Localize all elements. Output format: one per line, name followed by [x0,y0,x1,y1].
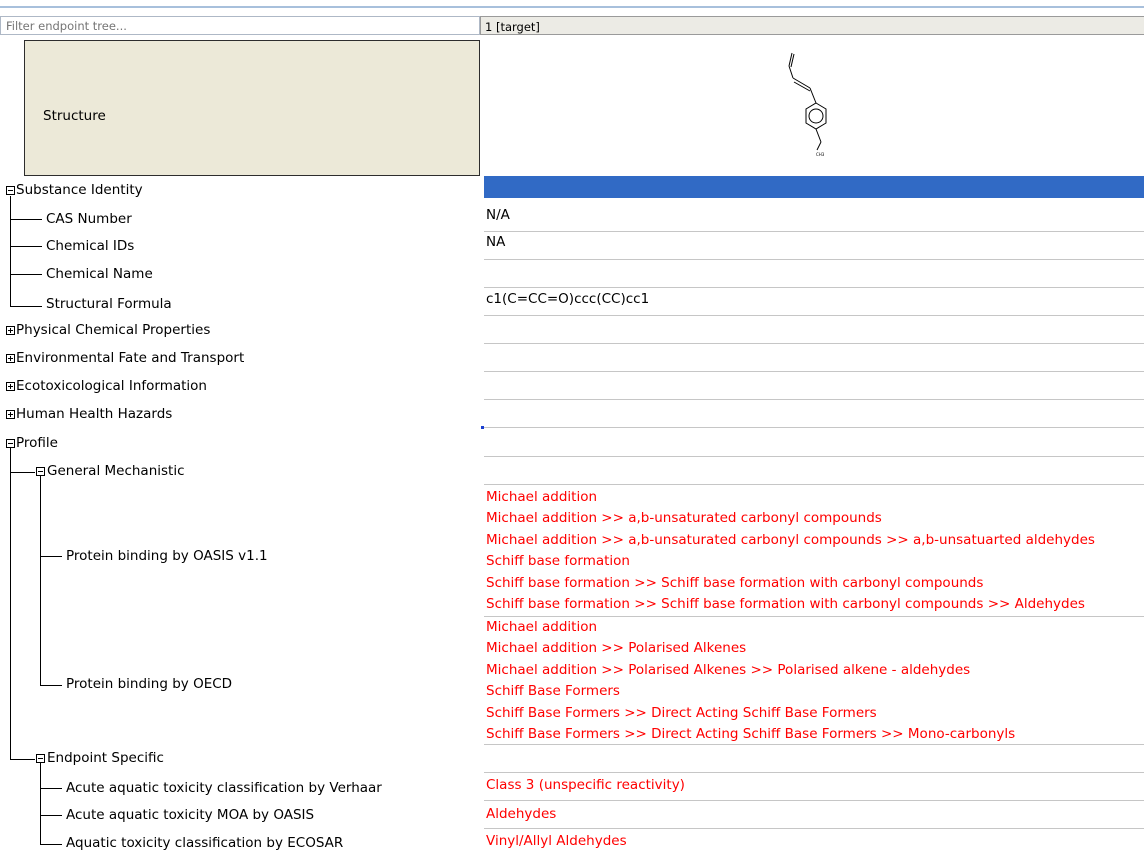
tree-line [40,685,62,686]
row-separator [484,371,1144,372]
tree-line [10,274,42,275]
tree-line [40,556,62,557]
row-separator [484,427,1144,428]
tree-line [10,219,42,220]
tree-node-chemical-ids[interactable]: Chemical IDs [46,238,134,254]
tree-line [10,306,42,307]
tree-node-cas-number[interactable]: CAS Number [46,211,132,227]
tree-line [40,815,62,816]
row-separator [484,800,1144,801]
tree-node-ecotoxicological-information[interactable]: Ecotoxicological Information [16,378,207,394]
tree-node-protein-binding-oecd[interactable]: Protein binding by OECD [66,676,232,692]
collapse-icon[interactable] [6,439,15,448]
tree-line [40,476,41,685]
row-separator [484,616,1144,617]
tree-node-moa-oasis[interactable]: Acute aquatic toxicity MOA by OASIS [66,807,314,823]
profile-value: Michael addition >> Polarised Alkenes [486,640,747,656]
profile-value: Schiff Base Formers >> Direct Acting Sch… [486,705,877,721]
substance-identity-selected-row[interactable] [484,176,1144,198]
row-separator [484,287,1144,288]
profile-value: Schiff base formation [486,553,630,569]
profile-value: Schiff Base Formers [486,683,620,699]
tree-node-general-mechanistic[interactable]: General Mechanistic [47,463,185,479]
row-separator [484,484,1144,485]
methyl-label: CH3 [816,152,825,157]
expand-icon[interactable] [6,410,15,419]
tree-line [10,472,35,473]
tree-line [40,763,41,844]
profile-value: Michael addition >> a,b-unsaturated carb… [486,510,882,526]
structure-cell[interactable]: Structure [24,40,480,176]
profile-value: Schiff base formation >> Schiff base for… [486,596,1085,612]
tree-node-physical-chemical-properties[interactable]: Physical Chemical Properties [16,322,210,338]
row-separator [484,231,1144,232]
target-data-column: CH3 N/A NA c1(C=CC=O)ccc(CC)cc1 Michael … [484,0,1144,855]
tree-line [10,196,11,307]
structural-formula-value: c1(C=CC=O)ccc(CC)cc1 [486,291,650,307]
expand-icon[interactable] [6,354,15,363]
row-separator [484,315,1144,316]
tree-line [10,759,35,760]
collapse-icon[interactable] [36,754,45,763]
tree-line [10,448,11,759]
tree-node-environmental-fate[interactable]: Environmental Fate and Transport [16,350,244,366]
tree-node-structural-formula[interactable]: Structural Formula [46,296,172,312]
cas-number-value: N/A [486,207,510,223]
structure-label: Structure [43,108,106,124]
collapse-icon[interactable] [6,186,15,195]
row-separator [484,828,1144,829]
endpoint-tree: Structure Substance Identity CAS Number … [0,0,484,855]
collapse-icon[interactable] [36,467,45,476]
profile-value: Michael addition [486,619,598,635]
profile-value: Michael addition >> a,b-unsaturated carb… [486,532,1095,548]
tree-node-human-health-hazards[interactable]: Human Health Hazards [16,406,172,422]
profile-value: Schiff base formation >> Schiff base for… [486,575,984,591]
chemical-ids-value: NA [486,234,506,250]
tree-line [10,246,42,247]
row-separator [484,456,1144,457]
moa-oasis-value: Aldehydes [486,806,557,822]
tree-node-chemical-name[interactable]: Chemical Name [46,266,153,282]
tree-line [40,788,62,789]
profile-value: Michael addition >> Polarised Alkenes >>… [486,662,971,678]
profile-value: Schiff Base Formers >> Direct Acting Sch… [486,726,1016,742]
row-separator [484,744,1144,745]
verhaar-value: Class 3 (unspecific reactivity) [486,777,685,793]
row-separator [484,343,1144,344]
tree-node-substance-identity[interactable]: Substance Identity [16,182,143,198]
expand-icon[interactable] [6,382,15,391]
molecule-structure-image: CH3 [788,52,827,157]
tree-node-profile[interactable]: Profile [16,435,58,451]
tree-line [40,844,62,845]
row-separator [484,399,1144,400]
tree-node-verhaar[interactable]: Acute aquatic toxicity classification by… [66,780,382,796]
tree-node-endpoint-specific[interactable]: Endpoint Specific [47,750,164,766]
tree-node-ecosar[interactable]: Aquatic toxicity classification by ECOSA… [66,835,343,851]
ecosar-value: Vinyl/Allyl Aldehydes [486,833,627,849]
profile-value: Michael addition [486,489,598,505]
expand-icon[interactable] [6,326,15,335]
row-separator [484,772,1144,773]
row-separator [484,259,1144,260]
tree-node-protein-binding-oasis[interactable]: Protein binding by OASIS v1.1 [66,548,268,564]
